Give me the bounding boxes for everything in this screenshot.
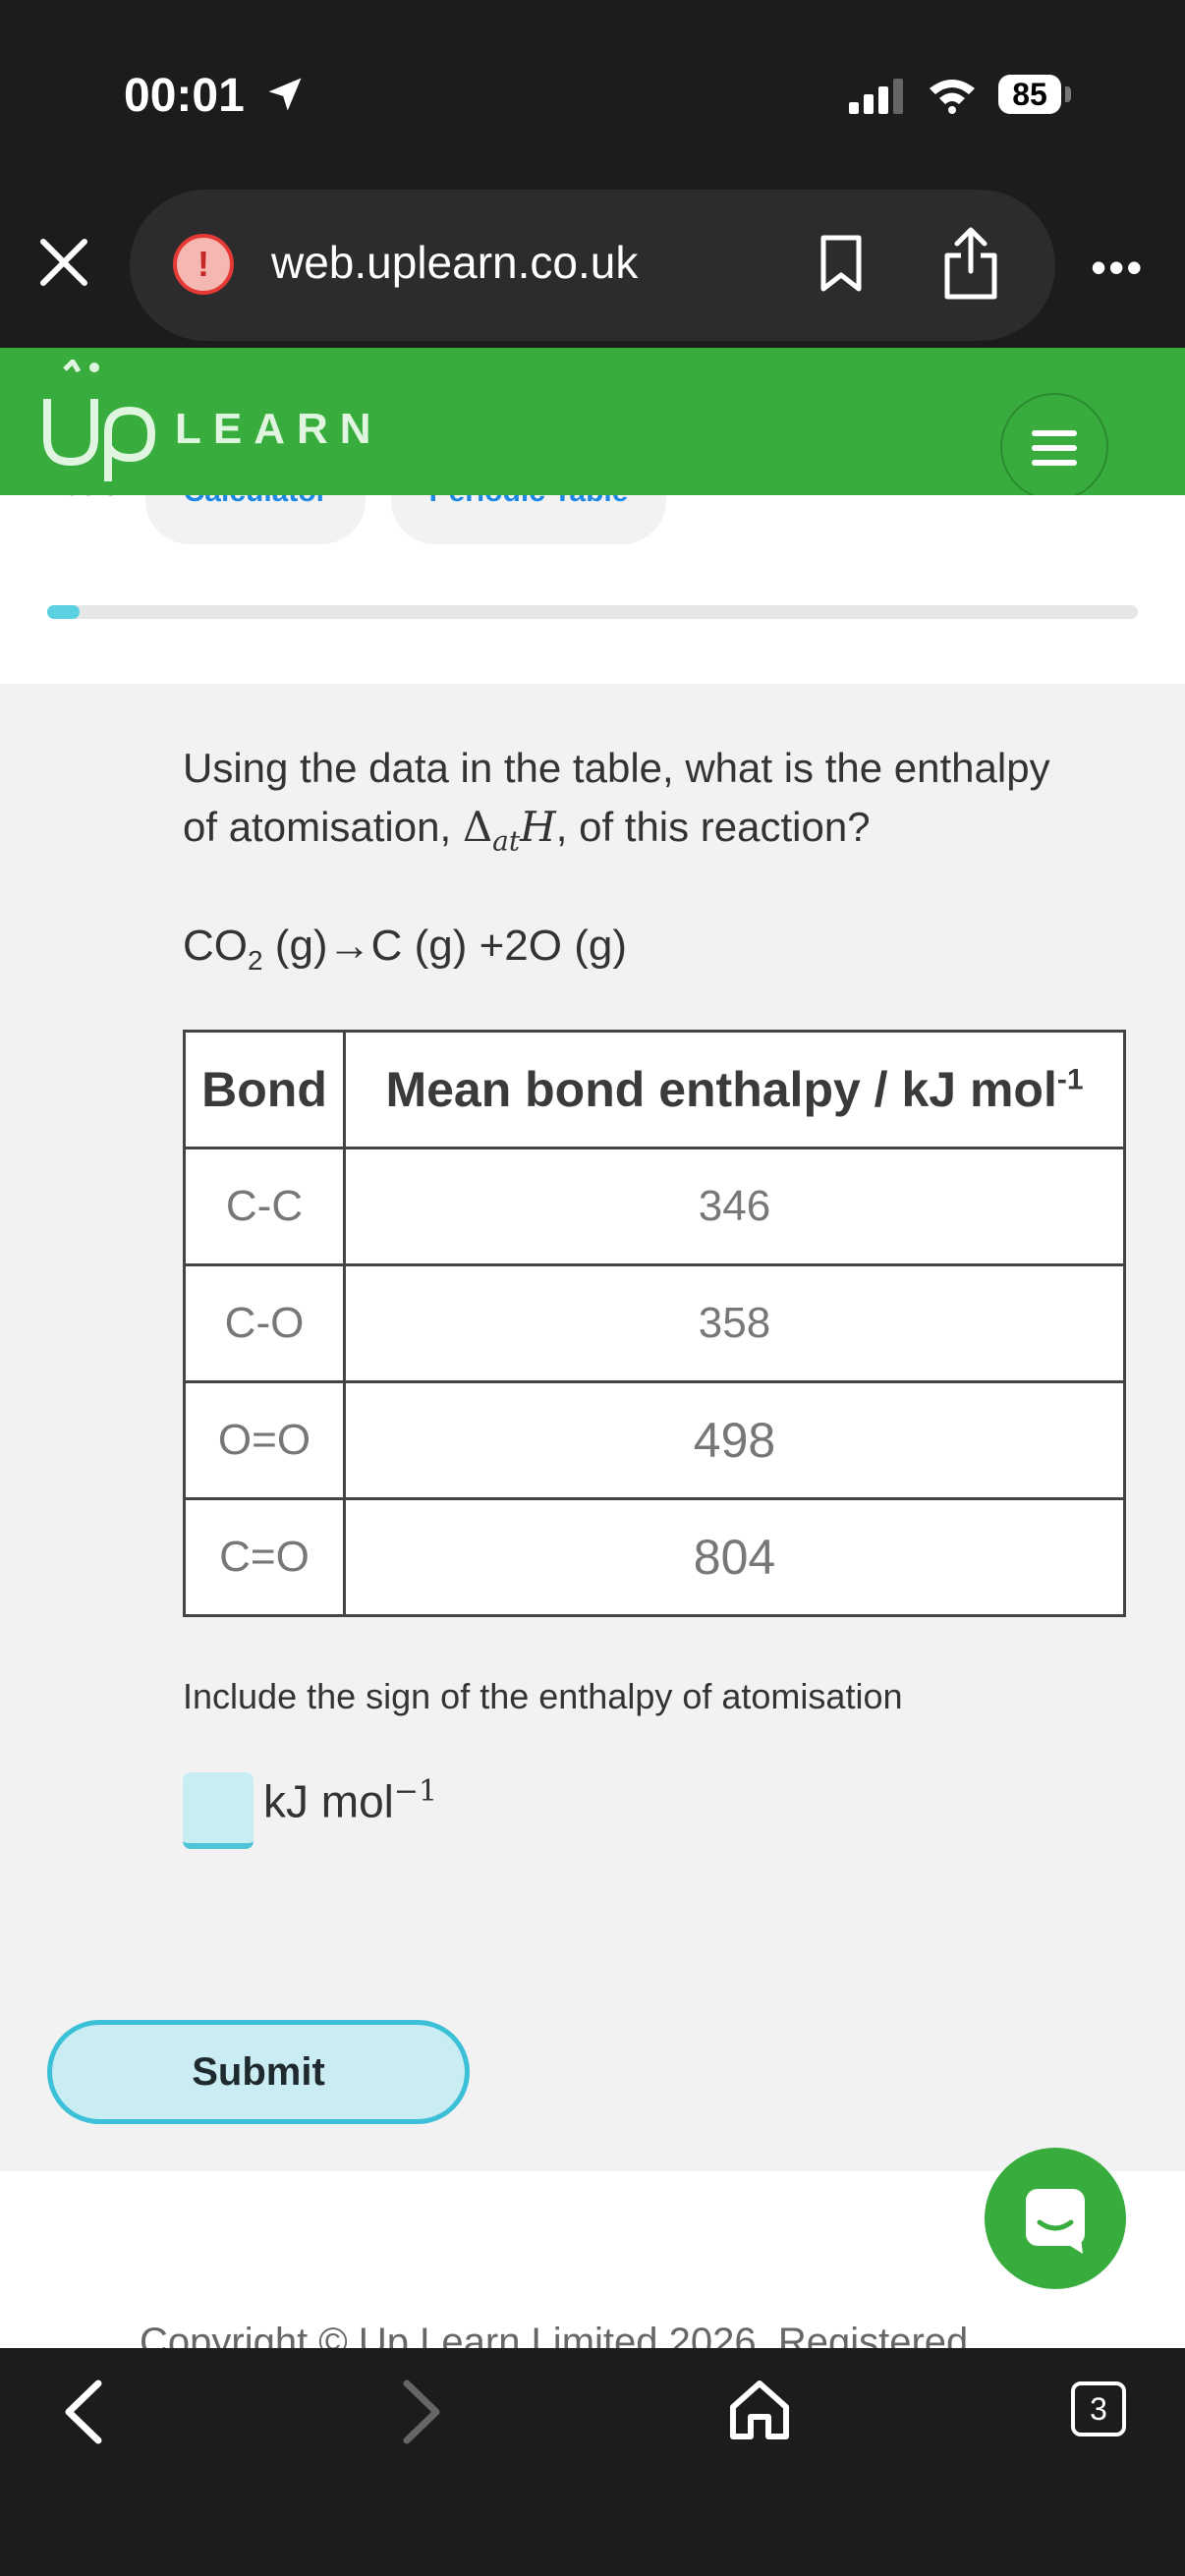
header-mean-bond-enthalpy: Mean bond enthalpy / kJ mol-1 [343, 1030, 1126, 1149]
chat-icon [1026, 2189, 1085, 2254]
answer-unit: kJ mol−1 [263, 1774, 438, 1827]
enthalpy-cell: 346 [343, 1147, 1126, 1266]
lesson-progress-fill [47, 605, 81, 619]
question-line-1: Using the data in the table, what is the… [183, 745, 1050, 791]
not-secure-warning-icon[interactable]: ! [173, 234, 234, 295]
bond-enthalpy-table: Bond Mean bond enthalpy / kJ mol-1 C-C 3… [183, 1030, 1126, 1617]
location-arrow-icon [268, 78, 302, 111]
more-options-icon[interactable]: ••• [1091, 245, 1144, 290]
hamburger-line-icon [1032, 445, 1077, 451]
url-text[interactable]: web.uplearn.co.uk [271, 236, 638, 289]
bond-cell: C-C [183, 1147, 346, 1266]
close-icon[interactable] [37, 236, 90, 289]
answer-hint: Include the sign of the enthalpy of atom… [183, 1676, 903, 1716]
status-bar: 00:01 85 [0, 0, 1185, 187]
enthalpy-cell: 358 [343, 1263, 1126, 1383]
battery-level: 85 [998, 75, 1061, 114]
wifi-icon [930, 80, 975, 114]
question-text: Using the data in the table, what is the… [183, 739, 1126, 870]
bond-cell: C=O [183, 1497, 346, 1617]
tools-label: Tools [49, 495, 118, 503]
enthalpy-cell: 498 [343, 1380, 1126, 1500]
hamburger-line-icon [1032, 460, 1077, 466]
reaction-equation: CO2 (g)→C (g) +2O (g) [183, 922, 627, 976]
home-icon[interactable] [727, 2378, 792, 2442]
lesson-progress-bar [47, 605, 1138, 619]
logo-wordmark: LEARN [175, 405, 383, 453]
back-icon[interactable] [55, 2378, 114, 2446]
calculator-button[interactable]: Calculator [145, 495, 366, 544]
bond-cell: C-O [183, 1263, 346, 1383]
bookmark-icon[interactable] [818, 234, 865, 293]
answer-input[interactable] [183, 1772, 254, 1849]
periodic-table-button[interactable]: Periodic Table [391, 495, 666, 544]
uplearn-logo-icon[interactable] [39, 360, 167, 487]
tab-switcher-button[interactable]: 3 [1071, 2381, 1126, 2436]
menu-button[interactable] [1000, 393, 1108, 501]
copyright-text: Copyright © Up Learn Limited 2026. Regis… [140, 2321, 969, 2348]
browser-bottom-bar [0, 2348, 1185, 2576]
battery-tip [1065, 86, 1071, 102]
forward-icon[interactable] [391, 2378, 450, 2446]
header-bond: Bond [183, 1030, 346, 1149]
cellular-signal-icon [849, 79, 903, 114]
submit-button[interactable]: Submit [47, 2020, 470, 2124]
status-time: 00:01 [124, 70, 245, 122]
chat-launcher-button[interactable] [985, 2148, 1126, 2289]
question-line-2: of atomisation, ΔatH, of this reaction? [183, 803, 871, 858]
share-icon[interactable] [941, 226, 1000, 301]
hamburger-line-icon [1032, 430, 1077, 436]
table-header-row: Bond Mean bond enthalpy / kJ mol-1 [183, 1030, 1126, 1149]
table-row: C-O 358 [183, 1263, 1126, 1383]
tools-strip: Tools Calculator Periodic Table [0, 495, 1185, 684]
enthalpy-cell: 804 [343, 1497, 1126, 1617]
table-row: C=O 804 [183, 1497, 1126, 1617]
bond-cell: O=O [183, 1380, 346, 1500]
table-row: C-C 346 [183, 1147, 1126, 1266]
table-row: O=O 498 [183, 1380, 1126, 1500]
